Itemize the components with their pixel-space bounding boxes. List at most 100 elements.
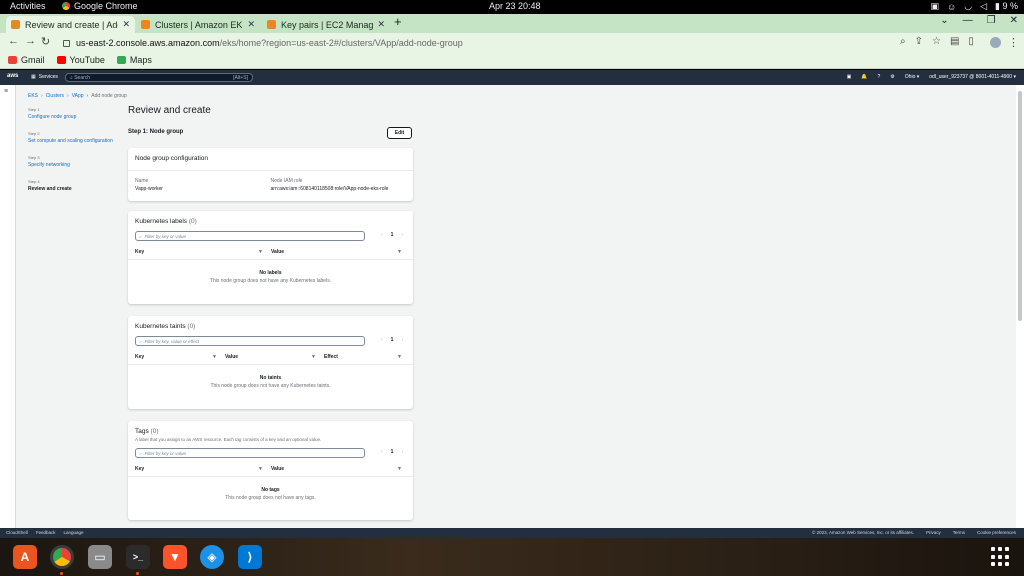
system-tray[interactable]: ▣ ☺ ◡ ◁ ▮ 9 % bbox=[931, 1, 1018, 12]
tab-strip: Review and create | Add n ✕ Clusters | A… bbox=[0, 14, 1024, 33]
prev-page-icon[interactable]: ‹ bbox=[381, 232, 383, 238]
breadcrumb-vapp[interactable]: VApp bbox=[72, 93, 84, 99]
tags-filter-input[interactable]: ⌕ Filter by key or value bbox=[135, 448, 365, 458]
card-heading: Tags (0) bbox=[128, 421, 413, 435]
tab-search-icon[interactable]: ⌄ bbox=[940, 15, 948, 26]
lock-icon[interactable] bbox=[63, 39, 70, 47]
column-header[interactable]: Key ▼ bbox=[135, 466, 267, 472]
notifications-icon[interactable]: 🔔 bbox=[861, 74, 867, 80]
next-page-icon[interactable]: › bbox=[401, 449, 403, 455]
reading-list-icon[interactable]: ▤ bbox=[950, 36, 959, 47]
account-menu[interactable]: odl_user_923737 @ 8001-4011-4900 ▾ bbox=[929, 74, 1016, 80]
chrome-menu-icon[interactable]: ⋮ bbox=[1008, 36, 1019, 49]
accessibility-icon: ☺ bbox=[947, 1, 957, 12]
scrollbar-thumb[interactable] bbox=[1018, 91, 1022, 321]
maximize-icon[interactable]: ❐ bbox=[987, 15, 996, 26]
close-icon[interactable]: ✕ bbox=[377, 19, 385, 30]
address-bar[interactable]: us-east-2.console.aws.amazon.com/eks/hom… bbox=[55, 35, 955, 51]
page-number[interactable]: 1 bbox=[391, 232, 394, 238]
cookie-preferences-link[interactable]: Cookie preferences bbox=[977, 530, 1016, 535]
step-link[interactable]: Set compute and scaling configuration bbox=[28, 138, 118, 145]
brave-icon[interactable]: ▼ bbox=[163, 545, 187, 569]
column-header[interactable]: Effect ▼ bbox=[320, 354, 406, 360]
table-header: Key ▼ Value ▼ bbox=[128, 462, 413, 477]
page-scrollbar[interactable] bbox=[1016, 85, 1024, 528]
next-page-icon[interactable]: › bbox=[401, 232, 403, 238]
tab-label: Clusters | Amazon EKS bbox=[155, 19, 244, 30]
column-header[interactable]: Value ▼ bbox=[221, 354, 320, 360]
cloudshell-link[interactable]: CloudShell bbox=[6, 530, 28, 535]
back-icon[interactable]: ← bbox=[8, 35, 19, 47]
taints-filter-input[interactable]: ⌕ Filter by key, value or effect bbox=[135, 336, 365, 346]
tab-clusters[interactable]: Clusters | Amazon EKS ✕ bbox=[136, 16, 260, 33]
running-indicator bbox=[60, 572, 63, 575]
bookmark-star-icon[interactable]: ☆ bbox=[932, 36, 941, 47]
prev-page-icon[interactable]: ‹ bbox=[381, 449, 383, 455]
feedback-link[interactable]: Feedback bbox=[36, 530, 56, 535]
tab-key-pairs[interactable]: Key pairs | EC2 Manageme ✕ bbox=[262, 16, 390, 33]
column-header[interactable]: Key ▼ bbox=[135, 354, 221, 360]
cloudshell-icon[interactable]: ▣ bbox=[847, 74, 852, 80]
chevron-right-icon: › bbox=[67, 93, 69, 99]
bookmark-gmail[interactable]: Gmail bbox=[8, 55, 45, 65]
reload-icon[interactable]: ↻ bbox=[41, 35, 50, 48]
region-selector[interactable]: Ohio ▾ bbox=[905, 74, 919, 80]
clock[interactable]: Apr 23 20:48 bbox=[489, 1, 541, 11]
page-number[interactable]: 1 bbox=[391, 449, 394, 455]
edit-button[interactable]: Edit bbox=[387, 127, 412, 139]
wizard-step-2: Step 2 Set compute and scaling configura… bbox=[28, 131, 118, 145]
docker-icon[interactable]: ◈ bbox=[200, 545, 224, 569]
bookmark-youtube[interactable]: YouTube bbox=[56, 55, 105, 65]
aws-console-header: aws ▦ Services ⌕ Search [Alt+S] ▣ 🔔 ? ⚙ O… bbox=[0, 70, 1024, 85]
step-link[interactable]: Specify networking bbox=[28, 162, 118, 169]
breadcrumb-eks[interactable]: EKS bbox=[28, 93, 38, 99]
share-icon[interactable]: ⇪ bbox=[915, 36, 923, 47]
files-icon[interactable]: ▭ bbox=[88, 545, 112, 569]
step-number: Step 2 bbox=[28, 131, 40, 136]
tab-review-and-create[interactable]: Review and create | Add n ✕ bbox=[6, 16, 135, 33]
item-count: (0) bbox=[150, 428, 159, 435]
software-store-icon[interactable]: A bbox=[13, 545, 37, 569]
services-menu[interactable]: ▦ Services bbox=[31, 74, 58, 80]
zoom-icon[interactable]: ⌕ bbox=[900, 36, 906, 47]
prev-page-icon[interactable]: ‹ bbox=[381, 337, 383, 343]
labels-filter-input[interactable]: ⌕ Filter by key or value bbox=[135, 231, 365, 241]
show-apps-icon[interactable] bbox=[991, 547, 1011, 567]
close-icon[interactable]: ✕ bbox=[122, 19, 130, 30]
app-menu[interactable]: Google Chrome bbox=[62, 1, 138, 11]
aws-search-input[interactable]: ⌕ Search [Alt+S] bbox=[65, 73, 253, 82]
new-tab-button[interactable]: + bbox=[394, 15, 402, 29]
menu-icon[interactable]: ≡ bbox=[4, 88, 8, 95]
column-header[interactable]: Key ▼ bbox=[135, 249, 267, 255]
terms-link[interactable]: Terms bbox=[953, 530, 965, 535]
aws-logo[interactable]: aws bbox=[7, 73, 18, 79]
close-window-icon[interactable]: ✕ bbox=[1010, 15, 1018, 26]
privacy-link[interactable]: Privacy bbox=[926, 530, 941, 535]
profile-avatar[interactable] bbox=[990, 37, 1001, 48]
close-icon[interactable]: ✕ bbox=[247, 19, 255, 30]
bookmark-label: Gmail bbox=[21, 55, 45, 65]
page-number[interactable]: 1 bbox=[391, 337, 394, 343]
column-effect: Effect bbox=[324, 354, 338, 360]
column-header[interactable]: Value ▼ bbox=[267, 249, 406, 255]
language-link[interactable]: Language bbox=[64, 530, 84, 535]
activities-button[interactable]: Activities bbox=[10, 1, 46, 11]
step-link[interactable]: Configure node group bbox=[28, 114, 118, 121]
kubernetes-labels-card: Kubernetes labels (0) ⌕ Filter by key or … bbox=[128, 211, 413, 304]
column-header[interactable]: Value ▼ bbox=[267, 466, 406, 472]
help-icon[interactable]: ? bbox=[878, 74, 881, 80]
chrome-dock-icon[interactable] bbox=[50, 545, 74, 569]
settings-icon[interactable]: ⚙ bbox=[890, 74, 894, 80]
terminal-icon[interactable]: >_ bbox=[126, 545, 150, 569]
minimize-icon[interactable]: — bbox=[963, 15, 973, 26]
column-value: Value bbox=[271, 249, 285, 255]
card-heading: Kubernetes taints (0) bbox=[128, 316, 413, 336]
next-page-icon[interactable]: › bbox=[401, 337, 403, 343]
running-indicator bbox=[136, 572, 139, 575]
breadcrumb-clusters[interactable]: Clusters bbox=[46, 93, 64, 99]
bookmark-maps[interactable]: Maps bbox=[116, 55, 152, 65]
side-panel-icon[interactable]: ▯ bbox=[968, 36, 974, 47]
vscode-icon[interactable]: ⟩ bbox=[238, 545, 262, 569]
forward-icon[interactable]: → bbox=[25, 35, 36, 47]
filter-placeholder: Filter by key or value bbox=[144, 233, 187, 239]
